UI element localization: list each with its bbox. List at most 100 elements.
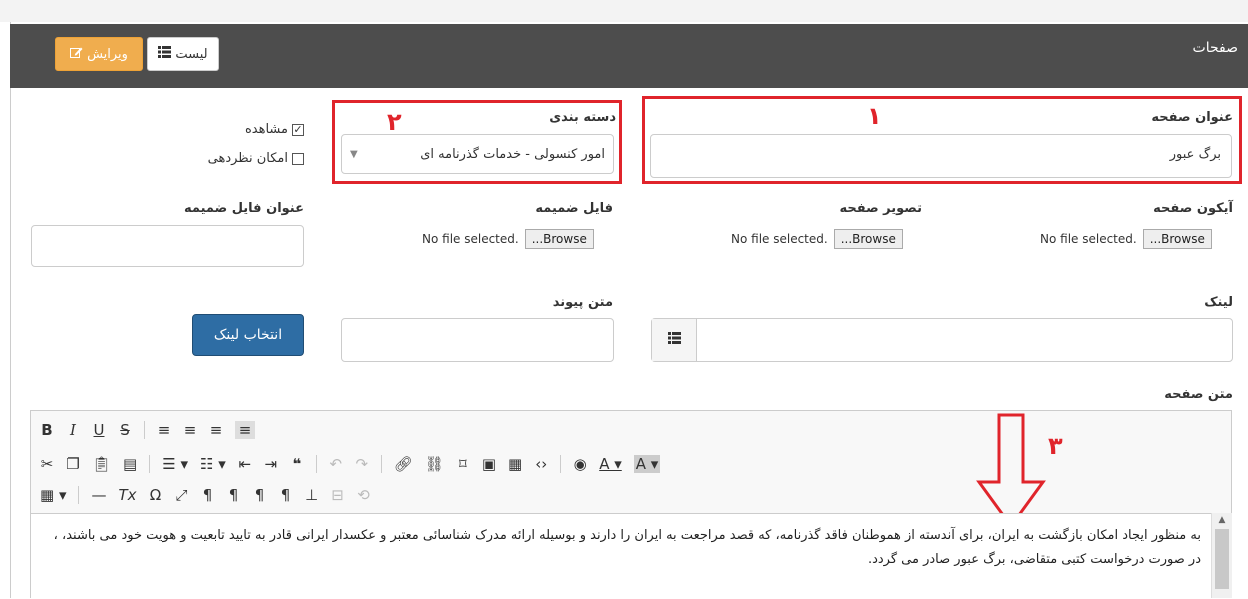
toolbar-separator bbox=[315, 455, 317, 473]
image-icon[interactable]: ▣ bbox=[482, 455, 496, 473]
link-label: لینک bbox=[1204, 295, 1233, 310]
page-break-icon[interactable]: ⊟ bbox=[331, 486, 345, 504]
ltr-direction-icon[interactable]: ¶ bbox=[201, 486, 215, 504]
list-icon bbox=[158, 46, 172, 62]
page-icon-browse-button[interactable]: ...Browse bbox=[1142, 229, 1212, 249]
preview-eye-icon[interactable]: ◉ bbox=[573, 455, 587, 473]
align-left-icon[interactable]: ≡ bbox=[157, 421, 171, 439]
copy-icon[interactable]: ❐ bbox=[66, 455, 80, 473]
attachment-file-status: No file selected. bbox=[422, 232, 519, 246]
category-select[interactable]: ▼ امور کنسولی - خدمات گذرنامه ای bbox=[341, 134, 614, 174]
background-color-icon[interactable]: A ▾ bbox=[633, 455, 661, 473]
paragraph-rtl-icon[interactable]: ¶ bbox=[279, 486, 293, 504]
page-image-label: تصویر صفحه bbox=[839, 201, 922, 216]
comment-checkbox-label: امکان نظردهی bbox=[207, 151, 288, 166]
page-title-input[interactable]: برگ عبور bbox=[650, 134, 1232, 178]
underline-icon[interactable]: U bbox=[92, 421, 106, 439]
edit-button-label: ویرایش bbox=[87, 46, 128, 62]
align-right-icon[interactable]: ≡ bbox=[209, 421, 223, 439]
page-title-input-value: برگ عبور bbox=[1169, 147, 1221, 162]
link-icon[interactable]: 🔗︎ bbox=[394, 455, 413, 473]
page-icon-label: آیکون صفحه bbox=[1153, 201, 1233, 216]
bold-icon[interactable]: B bbox=[40, 421, 54, 439]
category-label: دسته بندی bbox=[549, 110, 616, 125]
toolbar-separator bbox=[149, 455, 151, 473]
outdent-icon[interactable]: ⇤ bbox=[238, 455, 252, 473]
media-icon[interactable]: ▦ bbox=[508, 455, 522, 473]
chevron-down-icon: ▼ bbox=[350, 148, 358, 160]
table-icon[interactable]: ▦ ▾ bbox=[40, 486, 66, 504]
link-input[interactable] bbox=[697, 319, 1232, 361]
undo-icon[interactable]: ↶ bbox=[329, 455, 343, 473]
window-top-strip bbox=[0, 0, 1248, 22]
attachment-file-input[interactable]: No file selected. ...Browse bbox=[422, 229, 594, 249]
editor-content-area[interactable]: به منظور ایجاد امکان بازگشت به ایران، بر… bbox=[31, 513, 1211, 599]
category-select-value: امور کنسولی - خدمات گذرنامه ای bbox=[420, 146, 605, 162]
view-checkbox[interactable]: ✓ bbox=[292, 123, 304, 136]
page-title-label: عنوان صفحه bbox=[1151, 110, 1233, 125]
list-button-label: لیست bbox=[175, 46, 208, 62]
horizontal-rule-icon[interactable]: — bbox=[91, 486, 106, 504]
clear-format-icon[interactable]: Tx bbox=[118, 486, 136, 504]
comment-checkbox-row[interactable]: امکان نظردهی bbox=[208, 151, 304, 166]
attachment-title-input[interactable] bbox=[31, 225, 304, 267]
text-color-icon[interactable]: A ▾ bbox=[599, 455, 622, 473]
editor-toolbar-row-2: ✂ ❐ 📋︎ ▤ ☰ ▾ ☷ ▾ ⇤ ⇥ ❝ ↶ ↷ 🔗︎ ⛓ ⌑ ▣ ▦ ‹›… bbox=[40, 455, 661, 473]
editor-content-text: به منظور ایجاد امکان بازگشت به ایران، بر… bbox=[53, 528, 1201, 567]
editor-scrollbar[interactable]: ▲ bbox=[1211, 513, 1232, 598]
page-image-file-input[interactable]: No file selected. ...Browse bbox=[731, 229, 903, 249]
editor-toolbar-row-1: B I U S ≡ ≡ ≡ ≡ bbox=[40, 421, 255, 439]
list-button[interactable]: لیست bbox=[147, 37, 219, 71]
bullet-list-icon[interactable]: ☰ ▾ bbox=[162, 455, 188, 473]
special-char-icon[interactable]: Ω bbox=[149, 486, 163, 504]
toolbar-separator bbox=[78, 486, 80, 504]
unlink-icon[interactable]: ⛓ bbox=[425, 455, 444, 473]
align-center-icon[interactable]: ≡ bbox=[183, 421, 197, 439]
paste-text-icon[interactable]: ▤ bbox=[123, 455, 137, 473]
insert-icon[interactable]: ⊥ bbox=[305, 486, 319, 504]
attachment-title-label: عنوان فایل ضمیمه bbox=[183, 201, 304, 216]
link-text-label: متن پیوند bbox=[552, 295, 613, 310]
link-list-button[interactable] bbox=[652, 319, 697, 361]
scroll-up-icon[interactable]: ▲ bbox=[1212, 513, 1232, 525]
view-checkbox-label: مشاهده bbox=[244, 122, 288, 137]
attachment-browse-button[interactable]: ...Browse bbox=[524, 229, 594, 249]
cut-icon[interactable]: ✂ bbox=[40, 455, 54, 473]
blockquote-icon[interactable]: ❝ bbox=[290, 455, 304, 473]
history-icon[interactable]: ⟲ bbox=[357, 486, 371, 504]
numbered-list-icon[interactable]: ☷ ▾ bbox=[200, 455, 226, 473]
comment-checkbox[interactable] bbox=[292, 152, 304, 165]
strikethrough-icon[interactable]: S bbox=[118, 421, 132, 439]
scrollbar-thumb[interactable] bbox=[1215, 529, 1229, 589]
page-text-label: متن صفحه bbox=[1164, 387, 1233, 402]
redo-icon[interactable]: ↷ bbox=[355, 455, 369, 473]
annotation-number-2: ۲ bbox=[387, 108, 402, 136]
annotation-number-1: ۱ bbox=[867, 102, 882, 130]
view-checkbox-row[interactable]: ✓ مشاهده bbox=[245, 122, 304, 137]
fullscreen-icon[interactable]: ⤢ bbox=[175, 486, 189, 504]
align-justify-icon[interactable]: ≡ bbox=[235, 421, 255, 439]
toolbar-separator bbox=[380, 455, 382, 473]
edit-icon bbox=[70, 46, 83, 62]
page-image-browse-button[interactable]: ...Browse bbox=[833, 229, 903, 249]
link-text-input[interactable] bbox=[341, 318, 614, 362]
annotation-number-3: ۳ bbox=[1048, 432, 1063, 460]
page-image-file-status: No file selected. bbox=[731, 232, 828, 246]
rtl-direction-icon[interactable]: ¶ bbox=[227, 486, 241, 504]
paste-icon[interactable]: 📋︎ bbox=[92, 455, 111, 473]
code-icon[interactable]: ‹› bbox=[534, 455, 548, 473]
edit-button[interactable]: ویرایش bbox=[55, 37, 143, 71]
link-input-group bbox=[651, 318, 1233, 362]
select-link-button[interactable]: انتخاب لینک bbox=[192, 314, 304, 356]
list-icon bbox=[667, 332, 681, 348]
bookmark-icon[interactable]: ⌑ bbox=[456, 455, 470, 473]
editor-toolbar-row-3: ▦ ▾ — Tx Ω ⤢ ¶ ¶ ¶ ¶ ⊥ ⊟ ⟲ bbox=[40, 486, 371, 504]
attachment-label: فایل ضمیمه bbox=[535, 201, 613, 216]
toolbar-separator bbox=[144, 421, 145, 439]
page-icon-file-status: No file selected. bbox=[1040, 232, 1137, 246]
paragraph-ltr-icon[interactable]: ¶ bbox=[253, 486, 267, 504]
italic-icon[interactable]: I bbox=[66, 421, 80, 439]
indent-icon[interactable]: ⇥ bbox=[264, 455, 278, 473]
toolbar-separator bbox=[560, 455, 562, 473]
page-icon-file-input[interactable]: No file selected. ...Browse bbox=[1040, 229, 1212, 249]
